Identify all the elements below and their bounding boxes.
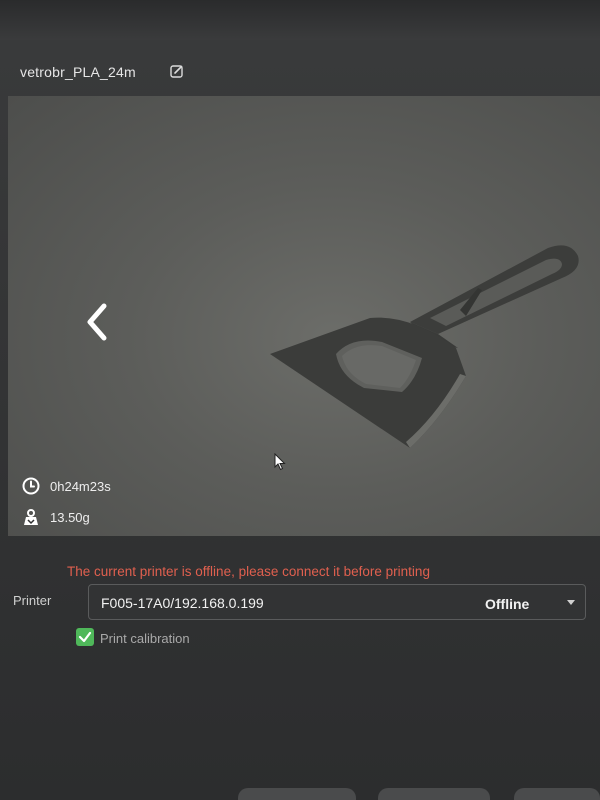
file-name: vetrobr_PLA_24m (20, 64, 136, 80)
chevron-down-icon (567, 600, 575, 605)
printer-select[interactable]: F005-17A0/192.168.0.199 Offline (88, 584, 586, 620)
checkmark-icon (78, 631, 92, 643)
print-dialog: vetrobr_PLA_24m 0h24m23s 13.50g The curr… (0, 0, 600, 800)
3d-model-preview (270, 245, 579, 448)
mouse-cursor-icon (274, 453, 286, 471)
top-strip (0, 0, 600, 40)
edit-icon[interactable] (170, 64, 184, 78)
clock-icon (22, 477, 40, 495)
bottom-button[interactable] (514, 788, 600, 800)
chevron-left-icon[interactable] (80, 300, 114, 344)
print-calibration-label: Print calibration (100, 631, 190, 646)
weight-icon (24, 509, 38, 525)
printer-name: F005-17A0/192.168.0.199 (101, 595, 264, 611)
print-time-value: 0h24m23s (50, 478, 111, 494)
printer-label: Printer (13, 593, 52, 608)
offline-warning-text: The current printer is offline, please c… (67, 564, 430, 579)
print-time-stat: 0h24m23s (22, 477, 111, 495)
filament-weight-value: 13.50g (50, 509, 90, 525)
printer-status: Offline (485, 596, 530, 612)
bottom-button[interactable] (238, 788, 356, 800)
filament-weight-stat: 13.50g (22, 508, 90, 526)
print-calibration-checkbox[interactable] (76, 628, 94, 646)
bottom-button[interactable] (378, 788, 490, 800)
